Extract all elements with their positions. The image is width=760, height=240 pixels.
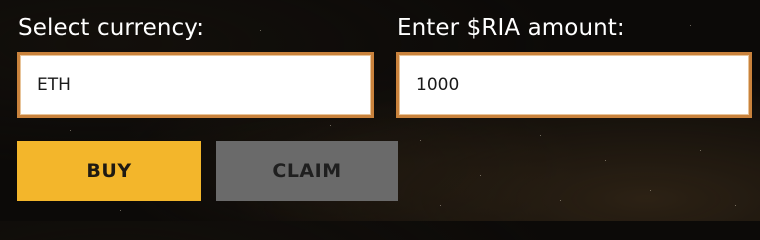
claim-button[interactable]: CLAIM: [216, 141, 398, 201]
ria-amount-label: Enter $RIA amount:: [397, 15, 625, 41]
ria-amount-field[interactable]: [396, 52, 752, 118]
buy-button[interactable]: BUY: [17, 141, 201, 201]
currency-field[interactable]: [17, 52, 374, 118]
select-currency-label: Select currency:: [18, 15, 205, 41]
